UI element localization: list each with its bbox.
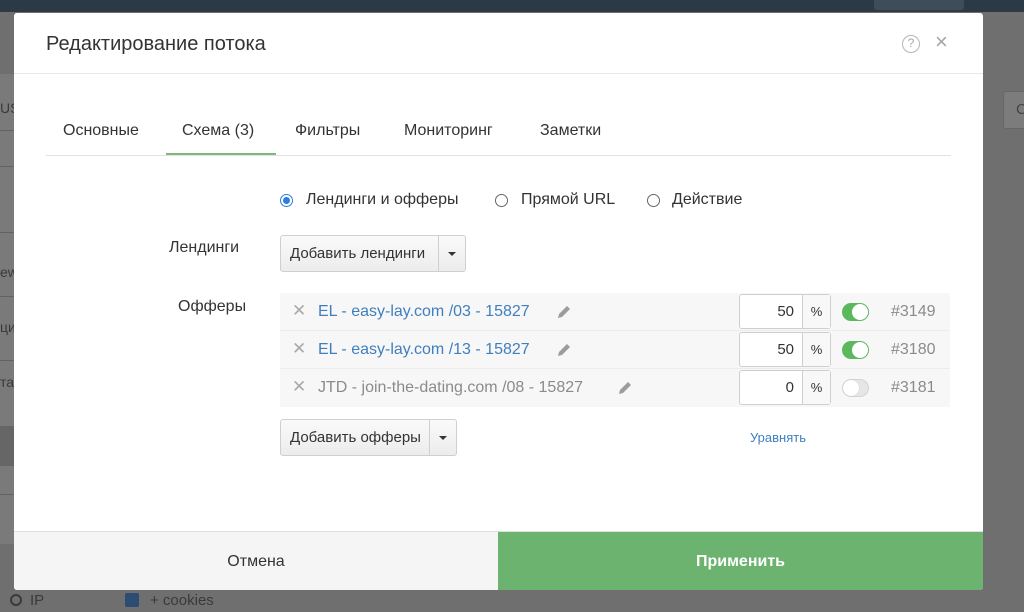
background-row-divider — [0, 494, 14, 495]
background-button-label: С — [1016, 101, 1024, 118]
add-landings-label: Добавить лендинги — [290, 245, 426, 262]
background-left-table: US ew ци та — [0, 74, 14, 544]
add-offers-label: Добавить офферы — [290, 429, 421, 446]
offer-id: #3149 — [891, 303, 936, 320]
offers-label: Офферы — [178, 298, 247, 315]
modal-title: Редактирование потока — [46, 33, 266, 55]
offer-row: ✕ JTD - join-the-dating.com /08 - 15827 … — [280, 369, 950, 407]
close-icon[interactable]: × — [935, 31, 948, 53]
radio-icon[interactable] — [647, 194, 660, 207]
background-fragment: ew — [0, 264, 14, 280]
offer-enabled-toggle[interactable] — [842, 341, 869, 359]
apply-button[interactable]: Применить — [498, 532, 983, 590]
offers-list: ✕ EL - easy-lay.com /03 - 15827 % #3149 … — [280, 293, 950, 407]
radio-selected-icon[interactable] — [280, 194, 293, 207]
offer-id: #3180 — [891, 341, 936, 358]
mode-option-label: Лендинги и офферы — [306, 191, 459, 208]
mode-option-label: Действие — [672, 191, 743, 208]
pencil-icon[interactable] — [556, 342, 572, 358]
offer-link[interactable]: EL - easy-lay.com /03 - 15827 — [318, 303, 530, 321]
offer-enabled-toggle[interactable] — [842, 303, 869, 321]
background-bottom-options: IP + cookies — [0, 590, 1024, 612]
background-button: С — [1003, 91, 1024, 129]
offer-link[interactable]: EL - easy-lay.com /13 - 15827 — [318, 341, 530, 359]
offer-id: #3181 — [891, 379, 936, 396]
background-topbar-tab — [874, 0, 964, 10]
offer-weight-input[interactable] — [740, 333, 802, 366]
modal-footer: Отмена Применить — [14, 531, 983, 590]
offer-link[interactable]: JTD - join-the-dating.com /08 - 15827 — [318, 379, 583, 397]
offer-row: ✕ EL - easy-lay.com /03 - 15827 % #3149 — [280, 293, 950, 331]
background-fragment: ци — [0, 319, 14, 335]
pencil-icon[interactable] — [556, 304, 572, 320]
cancel-button[interactable]: Отмена — [14, 532, 498, 590]
help-circle-icon[interactable]: ? — [902, 35, 920, 53]
modal-header: Редактирование потока ? × — [14, 13, 983, 74]
mode-option-label: Прямой URL — [521, 191, 616, 208]
remove-x-icon[interactable]: ✕ — [292, 378, 306, 395]
background-fragment: US — [0, 100, 14, 116]
split-divider — [429, 420, 430, 455]
tab-bar: Основные Схема (3) Фильтры Мониторинг За… — [46, 110, 951, 156]
add-offers-button[interactable]: Добавить офферы — [280, 419, 457, 456]
offer-enabled-toggle[interactable] — [842, 379, 869, 397]
background-row-divider — [0, 232, 14, 233]
background-checkbox — [125, 593, 139, 607]
split-divider — [438, 236, 439, 271]
percent-addon: % — [803, 333, 830, 366]
tab-scheme[interactable]: Схема (3) — [182, 122, 254, 140]
offer-weight-input[interactable] — [740, 371, 802, 404]
tab-basic[interactable]: Основные — [63, 122, 139, 140]
offer-weight-field[interactable]: % — [739, 370, 831, 405]
landings-label: Лендинги — [169, 239, 240, 256]
background-row-divider — [0, 166, 14, 167]
radio-icon[interactable] — [495, 194, 508, 207]
background-selected-row — [0, 426, 14, 466]
caret-down-icon[interactable] — [448, 252, 456, 256]
tab-notes[interactable]: Заметки — [540, 122, 601, 140]
tab-monitoring[interactable]: Мониторинг — [404, 122, 493, 140]
background-fragment: та — [0, 374, 14, 390]
tab-filters[interactable]: Фильтры — [295, 122, 360, 140]
pencil-icon[interactable] — [617, 380, 633, 396]
background-option-ip: IP — [30, 592, 45, 609]
background-radio — [10, 594, 22, 606]
remove-x-icon[interactable]: ✕ — [292, 302, 306, 319]
percent-addon: % — [803, 295, 830, 328]
add-landings-button[interactable]: Добавить лендинги — [280, 235, 466, 272]
equalize-weights-link[interactable]: Уравнять — [750, 430, 806, 445]
active-tab-indicator — [166, 153, 276, 155]
background-row-divider — [0, 296, 14, 297]
offer-row: ✕ EL - easy-lay.com /13 - 15827 % #3180 — [280, 331, 950, 369]
offer-weight-input[interactable] — [740, 295, 802, 328]
remove-x-icon[interactable]: ✕ — [292, 340, 306, 357]
offer-weight-field[interactable]: % — [739, 294, 831, 329]
edit-stream-modal: Редактирование потока ? × Основные Схема… — [14, 13, 983, 590]
background-option-cookies: + cookies — [150, 592, 214, 609]
offer-weight-field[interactable]: % — [739, 332, 831, 367]
caret-down-icon[interactable] — [439, 436, 447, 440]
background-topbar — [0, 0, 1024, 12]
background-row-divider — [0, 360, 14, 361]
background-row-divider — [0, 130, 14, 131]
percent-addon: % — [803, 371, 830, 404]
